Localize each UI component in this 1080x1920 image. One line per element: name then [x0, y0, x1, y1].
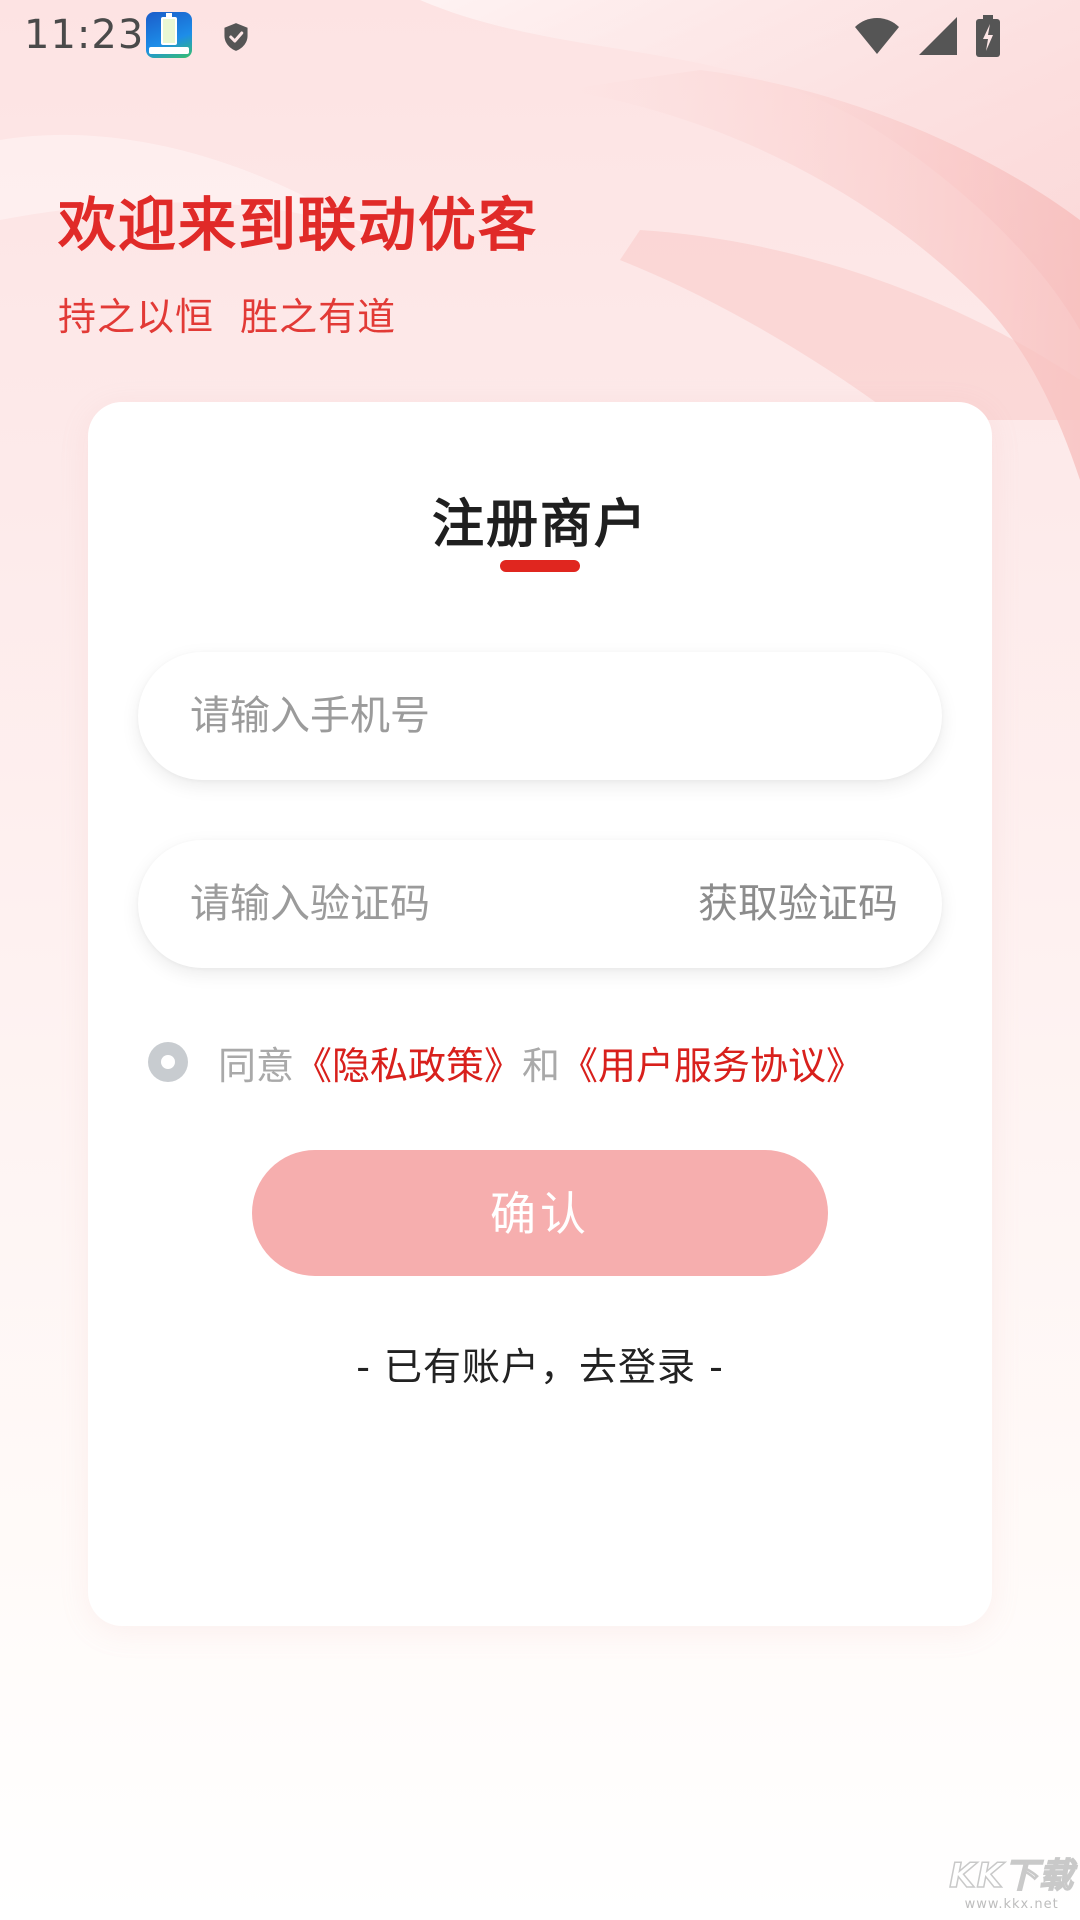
status-bar: 11:23	[0, 0, 1080, 72]
title-underline	[500, 560, 580, 572]
code-field: 获取验证码	[138, 840, 942, 968]
privacy-policy-link[interactable]: 《隐私政策》	[294, 1035, 522, 1090]
agreement-row: 同意 《隐私政策》 和 《用户服务协议》	[148, 1034, 864, 1090]
status-icons	[854, 14, 1000, 58]
app-notification-icon	[146, 12, 192, 58]
verification-code-input[interactable]	[190, 840, 630, 968]
watermark-url: www.kkx.net	[964, 1897, 1059, 1912]
agree-prefix: 同意	[218, 1043, 295, 1088]
form-title: 注册商户	[431, 495, 648, 555]
phone-input[interactable]	[190, 652, 630, 780]
battery-charging-icon	[976, 15, 1000, 57]
status-time: 11:23	[24, 12, 145, 58]
go-login-link[interactable]: - 已有账户，去登录 -	[88, 1336, 992, 1391]
confirm-button[interactable]: 确认	[252, 1150, 828, 1276]
watermark-logo: KK下载	[949, 1855, 1074, 1897]
signal-icon	[919, 17, 957, 55]
wifi-icon	[855, 18, 899, 54]
site-watermark: KK下载 www.kkx.net	[949, 1848, 1074, 1912]
welcome-subtitle: 持之以恒 胜之有道	[58, 295, 397, 339]
welcome-title: 欢迎来到联动优客	[58, 191, 539, 259]
get-code-button[interactable]: 获取验证码	[698, 840, 898, 968]
shield-icon	[224, 23, 248, 51]
register-card: 注册商户 获取验证码 同意 《隐私政策》 和 《用户服务协议》 确认 - 已有账…	[88, 402, 992, 1626]
agree-radio[interactable]	[148, 1042, 188, 1082]
agree-and: 和	[522, 1043, 561, 1088]
phone-field	[138, 652, 942, 780]
service-agreement-link[interactable]: 《用户服务协议》	[560, 1035, 864, 1090]
